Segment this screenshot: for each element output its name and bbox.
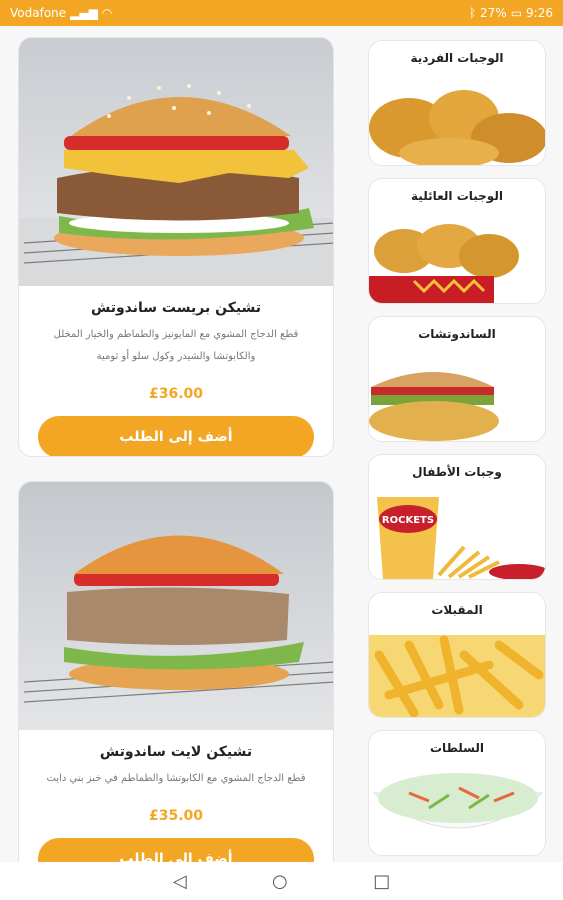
- fried-chicken-image: [369, 83, 545, 165]
- category-item-appetizers[interactable]: المقبلات: [368, 592, 546, 718]
- salad-image: [369, 773, 545, 855]
- menu-screen: تشيكن بريست ساندوتش قطع الدجاج المشوي مع…: [0, 26, 563, 862]
- chicken-bucket-image: [369, 221, 545, 303]
- category-label: السلطات: [430, 741, 484, 755]
- product-price: £36.00: [148, 386, 204, 402]
- kids-meal-image: ROCKETS: [369, 497, 545, 579]
- add-to-order-button[interactable]: أضف إلى الطلب: [38, 416, 314, 456]
- category-label: المقبلات: [431, 603, 483, 617]
- category-item-kids-meals[interactable]: وجبات الأطفال ROCKETS: [368, 454, 546, 580]
- clock: 9:26: [526, 6, 553, 20]
- wifi-icon: ◠: [101, 6, 113, 20]
- sandwich-image: [369, 359, 545, 441]
- back-icon[interactable]: ◁: [173, 871, 187, 892]
- recents-icon[interactable]: □: [373, 871, 390, 892]
- bluetooth-icon: ᛒ: [468, 6, 477, 20]
- product-description: قطع الدجاج المشوي مع المايونيز والطماطم …: [53, 329, 299, 362]
- category-item-single-meals[interactable]: الوجبات الفردية: [368, 40, 546, 166]
- product-description: قطع الدجاج المشوي مع الكابوتشا والطماطم …: [46, 773, 306, 784]
- product-price: £35.00: [148, 808, 204, 824]
- home-icon[interactable]: ○: [272, 871, 288, 892]
- fries-image: [369, 635, 545, 717]
- category-item-sandwiches[interactable]: الساندوتشات: [368, 316, 546, 442]
- category-item-family-meals[interactable]: الوجبات العائلية: [368, 178, 546, 304]
- product-name: تشيكن بريست ساندوتش: [90, 300, 262, 316]
- battery-icon: ▭: [510, 6, 523, 20]
- product-photo-burger: [19, 482, 333, 730]
- add-to-order-button[interactable]: أضف إلى الطلب: [38, 838, 314, 862]
- navigation-bar: ◁ ○ □: [0, 862, 563, 900]
- kids-logo-text: ROCKETS: [382, 515, 434, 526]
- carrier-label: Vodafone: [10, 6, 67, 20]
- product-card[interactable]: تشيكن لايت ساندوتش قطع الدجاج المشوي مع …: [18, 481, 334, 862]
- category-label: الوجبات العائلية: [411, 189, 503, 203]
- category-label: وجبات الأطفال: [412, 465, 502, 479]
- category-item-salads[interactable]: السلطات: [368, 730, 546, 856]
- product-card[interactable]: تشيكن بريست ساندوتش قطع الدجاج المشوي مع…: [18, 37, 334, 457]
- product-photo-burger: [19, 38, 333, 286]
- category-label: الساندوتشات: [418, 327, 496, 341]
- category-list: الوجبات الفردية الوجبات العائلية الساندو…: [368, 40, 546, 862]
- status-bar: Vodafone ▂▄▆ ◠ ᛒ 27% ▭ 9:26: [0, 0, 563, 26]
- signal-icon: ▂▄▆: [70, 6, 98, 20]
- product-name: تشيكن لايت ساندوتش: [99, 744, 253, 760]
- battery-percent: 27%: [480, 6, 507, 20]
- category-label: الوجبات الفردية: [410, 51, 504, 65]
